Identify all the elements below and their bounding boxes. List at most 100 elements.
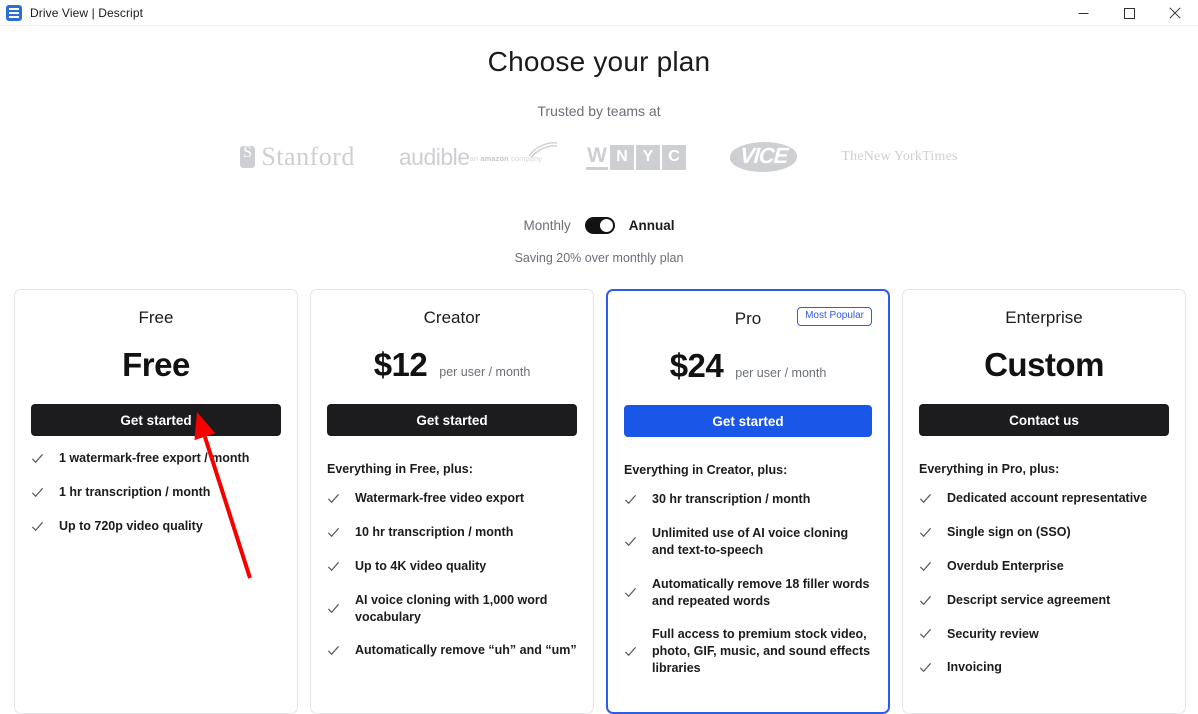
saving-note: Saving 20% over monthly plan [514, 251, 684, 265]
feature-label: Dedicated account representative [947, 491, 1148, 505]
billing-period-toggle-row: Monthly Annual [0, 217, 1198, 234]
list-item: Invoicing [919, 659, 1169, 676]
list-item: Up to 4K video quality [327, 558, 577, 575]
list-item: Watermark-free video export [327, 490, 577, 507]
list-item: 30 hr transcription / month [624, 491, 872, 508]
list-item: Single sign on (SSO) [919, 524, 1169, 541]
descript-app-icon [6, 4, 22, 21]
plan-inherits-creator: Everything in Free, plus: [327, 462, 473, 476]
nyt-logo: The New York Times [841, 148, 957, 166]
feature-label: 1 watermark-free export / month [59, 451, 250, 465]
wnyc-letter-n: N [610, 144, 634, 170]
plan-price-row-free: Free [31, 346, 281, 386]
feature-label: Automatically remove “uh” and “um” [355, 643, 577, 658]
close-button[interactable] [1152, 0, 1198, 26]
plan-header-pro: Pro Most Popular [624, 307, 872, 331]
plan-inherits-pro: Everything in Creator, plus: [624, 463, 788, 477]
list-item: AI voice cloning with 1,000 word vocabul… [327, 592, 577, 626]
plan-price-enterprise: Custom [984, 346, 1104, 383]
list-item: Overdub Enterprise [919, 558, 1169, 575]
check-icon [327, 527, 340, 537]
check-icon [919, 561, 932, 571]
plan-price-free: Free [122, 346, 190, 383]
creator-plan-get-started-button[interactable]: Get started [327, 404, 577, 436]
vice-logo-text: VICE [728, 142, 799, 172]
audible-logo-text: audible [398, 143, 470, 170]
check-icon [624, 494, 637, 505]
billing-monthly-label[interactable]: Monthly [523, 218, 570, 233]
nyt-line-2: New York [863, 149, 923, 165]
trusted-by-label: Trusted by teams at [537, 103, 661, 119]
plan-price-row-enterprise: Custom [919, 346, 1169, 386]
plan-features-creator: Watermark-free video export 10 hr transc… [327, 490, 577, 659]
check-icon [624, 587, 637, 598]
feature-label: Up to 4K video quality [355, 558, 487, 573]
pricing-page: Choose your plan Trusted by teams at Sta… [0, 26, 1198, 714]
switch-knob [599, 219, 613, 232]
plan-price-row-creator: $12 per user / month [327, 346, 577, 386]
plan-features-free: 1 watermark-free export / month 1 hr tra… [31, 450, 281, 535]
check-icon [327, 603, 340, 614]
feature-label: Overdub Enterprise [947, 558, 1064, 573]
plan-name-creator: Creator [423, 308, 481, 327]
most-popular-badge: Most Popular [797, 307, 872, 326]
check-icon [327, 646, 340, 656]
plan-price-pro: $24 [669, 347, 724, 384]
check-icon [31, 487, 44, 497]
list-item: Automatically remove 18 filler words and… [624, 576, 872, 610]
vice-logo: VICE [728, 142, 799, 172]
billing-annual-label[interactable]: Annual [629, 218, 675, 233]
audible-logo: audible an amazon company [398, 141, 558, 170]
wnyc-logo: W N Y C [586, 144, 686, 170]
window-titlebar: Drive View | Descript [0, 0, 1198, 26]
pro-plan-get-started-button[interactable]: Get started [624, 405, 872, 437]
feature-label: Automatically remove 18 filler words and… [652, 576, 870, 608]
audible-swoosh-icon [528, 141, 558, 158]
enterprise-plan-contact-us-button[interactable]: Contact us [919, 404, 1169, 436]
check-icon [31, 521, 44, 531]
list-item: Automatically remove “uh” and “um” [327, 642, 577, 659]
feature-label: Unlimited use of AI voice cloning and te… [652, 525, 849, 557]
list-item: 10 hr transcription / month [327, 524, 577, 541]
list-item: 1 hr transcription / month [31, 484, 281, 501]
plan-header-enterprise: Enterprise [919, 306, 1169, 330]
check-icon [919, 595, 932, 605]
plan-card-creator: Creator $12 per user / month Get started… [310, 289, 594, 714]
check-icon [919, 493, 932, 504]
feature-label: 1 hr transcription / month [59, 484, 211, 499]
plan-price-unit-pro: per user / month [735, 366, 827, 380]
feature-label: Invoicing [947, 660, 1002, 675]
stanford-mark-icon [240, 144, 256, 168]
check-icon [31, 453, 44, 464]
list-item: Unlimited use of AI voice cloning and te… [624, 525, 872, 559]
plan-name-free: Free [138, 308, 174, 327]
page-title: Choose your plan [487, 46, 711, 77]
plan-price-creator: $12 [373, 346, 428, 383]
list-item: 1 watermark-free export / month [31, 450, 281, 467]
feature-label: 10 hr transcription / month [355, 524, 514, 539]
check-icon [919, 527, 932, 537]
check-icon [919, 663, 932, 673]
stanford-logo: Stanford [240, 142, 355, 172]
maximize-button[interactable] [1106, 0, 1152, 26]
feature-label: AI voice cloning with 1,000 word vocabul… [355, 592, 548, 624]
plan-name-pro: Pro [734, 309, 762, 328]
list-item: Up to 720p video quality [31, 518, 281, 535]
feature-label: Full access to premium stock video, phot… [652, 627, 871, 676]
minimize-button[interactable] [1060, 0, 1106, 26]
check-icon [624, 537, 637, 547]
wnyc-letter-w: W [586, 144, 608, 170]
feature-label: Single sign on (SSO) [947, 524, 1071, 539]
free-plan-get-started-button[interactable]: Get started [31, 404, 281, 436]
list-item: Descript service agreement [919, 592, 1169, 609]
customer-logos: Stanford audible an amazon company W N Y… [0, 133, 1198, 181]
feature-label: Security review [947, 626, 1039, 641]
plan-card-free: Free Free Get started 1 watermark-free e… [14, 289, 298, 714]
plan-features-pro: 30 hr transcription / month Unlimited us… [624, 491, 872, 677]
stanford-logo-text: Stanford [261, 142, 355, 171]
billing-period-switch[interactable] [584, 217, 615, 234]
plan-header-creator: Creator [327, 306, 577, 330]
plan-card-pro: Pro Most Popular $24 per user / month Ge… [606, 289, 890, 714]
nyt-line-3: Times [922, 149, 958, 165]
feature-label: 30 hr transcription / month [652, 492, 811, 506]
